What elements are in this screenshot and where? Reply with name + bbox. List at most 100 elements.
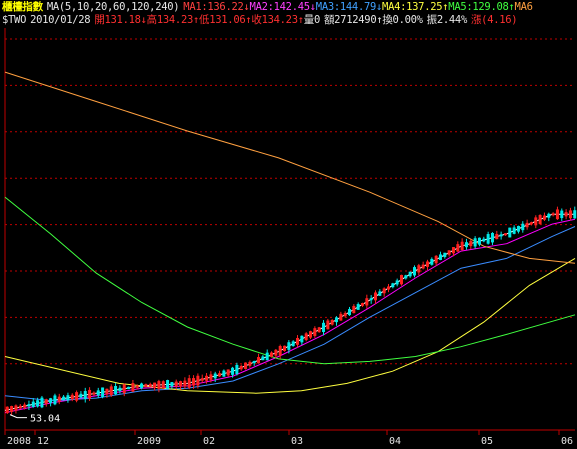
candle-body (49, 398, 53, 403)
candle-body (66, 395, 70, 401)
candle-body (326, 320, 330, 330)
candle-body (391, 283, 395, 288)
candle-body (226, 369, 230, 376)
candle-body (205, 375, 209, 381)
x-tick-label: 12 (37, 436, 49, 447)
candle-body (44, 399, 48, 404)
candle-body (425, 261, 429, 267)
candle-body (555, 209, 559, 220)
candle-body (291, 341, 295, 347)
candle-body (339, 313, 343, 321)
candle-body (105, 388, 109, 395)
candle-body (482, 238, 486, 242)
candle-body (127, 386, 131, 390)
candle-body (261, 356, 265, 361)
candle-body (187, 378, 191, 388)
candle-body (161, 381, 165, 389)
candle-body (57, 396, 61, 402)
candle-body (330, 319, 334, 325)
candle-body (408, 271, 412, 277)
candle-body (486, 234, 490, 244)
candle-body (183, 380, 187, 387)
candle-body (118, 387, 122, 391)
candle-body (551, 213, 555, 216)
candle-body (170, 382, 174, 387)
candle-body (200, 378, 204, 381)
candle-body (96, 390, 100, 396)
candle-body (348, 309, 352, 316)
candle-body (23, 404, 27, 408)
candle-body (508, 227, 512, 238)
candle-body (148, 384, 152, 387)
candle-body (542, 215, 546, 220)
candle-body (421, 264, 425, 269)
candle-body (477, 237, 481, 245)
candle-body (369, 298, 373, 301)
candle-body (83, 391, 87, 399)
candle-body (40, 397, 44, 408)
candle-body (464, 242, 468, 248)
candle-body (192, 378, 196, 386)
candle-body (378, 291, 382, 296)
candle-body (296, 337, 300, 345)
candle-body (343, 313, 347, 317)
ma-line-ma5 (4, 213, 575, 411)
candle-body (131, 383, 135, 392)
candle-body (490, 233, 494, 243)
candle-body (174, 381, 178, 387)
candle-body (313, 328, 317, 336)
candle-body (135, 385, 139, 388)
candle-body (239, 365, 243, 370)
ma-line-ma20 (4, 226, 576, 402)
candle-body (53, 395, 57, 405)
candle-body (270, 352, 274, 357)
min-marker-pointer (9, 414, 18, 419)
candle-body (434, 255, 438, 264)
candle-body (252, 360, 256, 364)
candle-body (62, 396, 66, 401)
candle-body (538, 215, 542, 224)
candle-body (573, 210, 577, 219)
candle-body (92, 392, 96, 395)
candle-body (456, 244, 460, 252)
x-tick-label: 04 (389, 436, 401, 447)
candle-body (75, 392, 79, 401)
candle-body (417, 265, 421, 273)
candle-body (14, 405, 18, 411)
candle-body (317, 327, 321, 333)
candle-body (213, 373, 217, 379)
candle-body (101, 387, 105, 397)
candle-body (196, 375, 200, 386)
candle-body (395, 280, 399, 285)
candle-body (31, 401, 35, 408)
candle-body (499, 234, 503, 237)
candle-body (473, 238, 477, 247)
ma-line-ma120 (4, 196, 576, 365)
candle-body (265, 352, 269, 361)
candle-body (460, 241, 464, 250)
candle-body (257, 357, 261, 364)
candle-body (382, 288, 386, 294)
candle-body (283, 345, 287, 351)
candle-body (166, 380, 170, 389)
candle-body (374, 292, 377, 301)
candle-body (322, 322, 326, 333)
candle-body (564, 212, 568, 217)
price-chart[interactable]: 53.04 2008 12 2009 02 03 04 05 06 (0, 0, 577, 449)
candle-body (365, 298, 369, 306)
candle-body (70, 394, 74, 400)
candle-body (521, 223, 525, 231)
candle-body (88, 389, 92, 399)
x-tick-label: 03 (291, 436, 303, 447)
candle-body (248, 361, 252, 366)
candle-body (287, 342, 291, 350)
candle-body (547, 213, 551, 218)
candle-body (495, 234, 499, 240)
candle-body (153, 382, 157, 388)
candle-body (529, 222, 533, 225)
candle-body (451, 247, 455, 254)
x-tick-label: 2008 (7, 436, 31, 447)
candle-body (157, 381, 161, 389)
x-tick-label: 05 (481, 436, 493, 447)
candle-body (231, 367, 235, 375)
